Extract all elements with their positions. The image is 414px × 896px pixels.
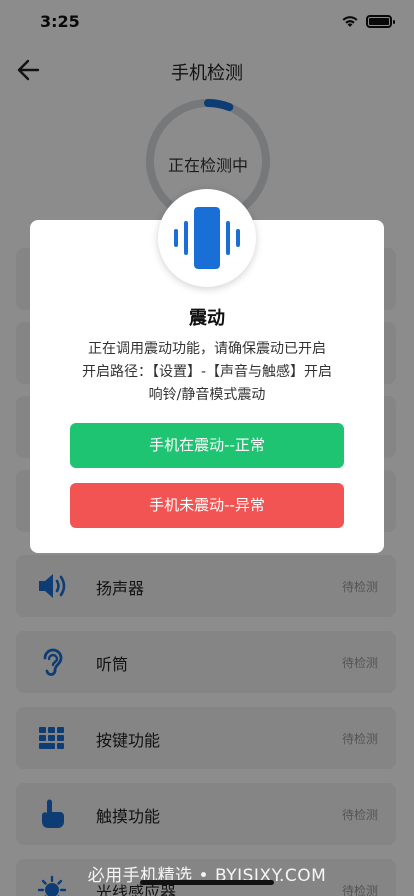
vibration-icon [174,207,240,269]
vibrating-normal-button[interactable]: 手机在震动--正常 [70,423,344,468]
dialog-desc-line: 正在调用震动功能，请确保震动已开启 [88,341,326,357]
dialog-description: 正在调用震动功能，请确保震动已开启 开启路径：【设置】-【声音与触感】开启 响铃… [50,338,364,407]
dialog-desc-line: 开启路径：【设置】-【声音与触感】开启 [81,364,333,380]
home-indicator [140,880,274,885]
dialog-desc-line: 响铃/静音模式震动 [148,387,266,403]
not-vibrating-abnormal-button[interactable]: 手机未震动--异常 [70,483,344,528]
dialog-title: 震动 [189,308,225,329]
dialog-icon-badge [158,189,256,287]
